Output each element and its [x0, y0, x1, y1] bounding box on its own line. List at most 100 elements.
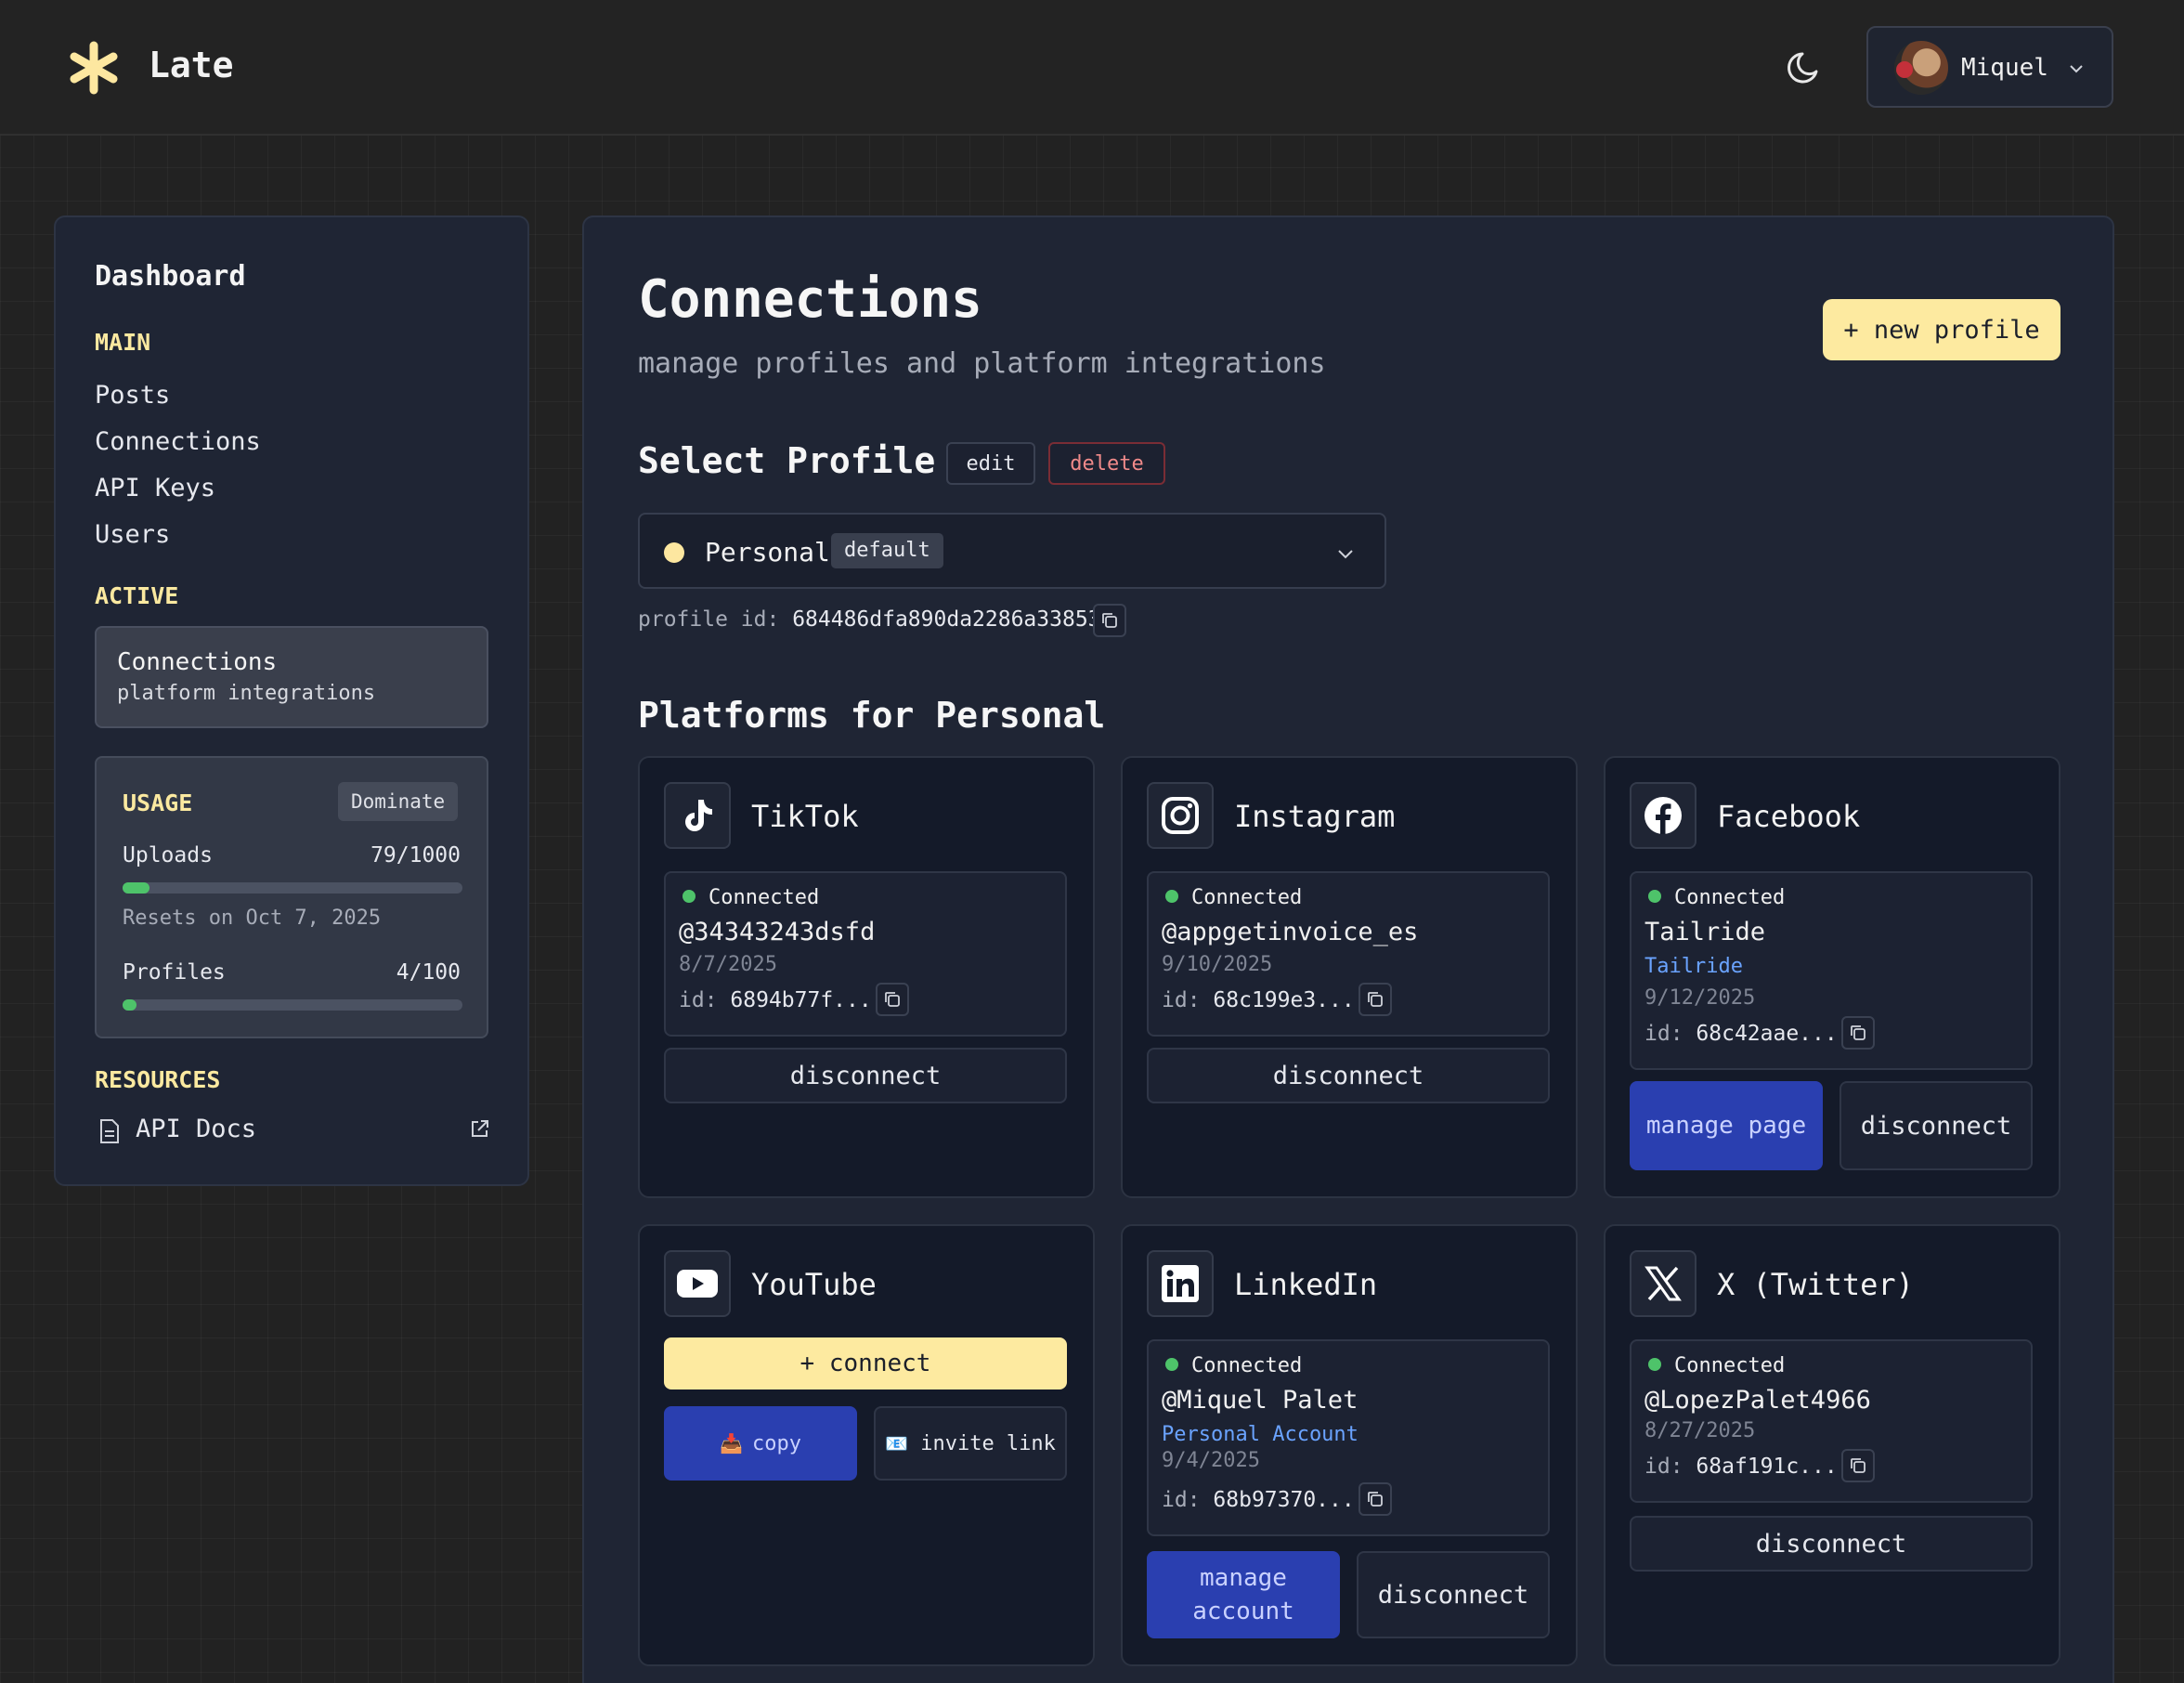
connected-date: 8/27/2025	[1644, 1419, 1756, 1442]
manage-page-button[interactable]: manage page	[1630, 1081, 1823, 1170]
uploads-progress-fill	[123, 882, 150, 894]
account-id-label: id:	[1162, 1488, 1201, 1512]
platform-card-linkedin: LinkedIn Connected @Miquel Palet Persona…	[1121, 1224, 1578, 1666]
sidebar-section-resources: RESOURCES	[95, 1066, 221, 1093]
account-handle: Tailride	[1644, 918, 1766, 946]
disconnect-button[interactable]: disconnect	[1147, 1048, 1550, 1103]
copy-id-button[interactable]	[1841, 1016, 1875, 1050]
tiktok-icon	[664, 782, 731, 849]
linkedin-icon	[1147, 1250, 1214, 1317]
new-profile-button[interactable]: + new profile	[1823, 299, 2060, 360]
copy-icon	[1368, 992, 1383, 1007]
profile-id-value: 684486dfa890da2286a33853	[792, 607, 1101, 632]
profiles-progress-fill	[123, 999, 136, 1011]
profile-id: profile id: 684486dfa890da2286a33853	[638, 607, 1101, 632]
disconnect-button[interactable]: disconnect	[1357, 1551, 1550, 1638]
profile-select[interactable]: Personal default	[638, 513, 1386, 589]
inbox-tray-icon: 📥	[720, 1432, 743, 1455]
invite-link-button[interactable]: 📧 invite link	[874, 1406, 1067, 1481]
connection-status: Connected	[682, 886, 819, 909]
platform-name: X (Twitter)	[1717, 1267, 1914, 1302]
account-id-label: id:	[679, 988, 718, 1012]
profile-color-dot	[664, 542, 684, 563]
connect-button[interactable]: + connect	[664, 1337, 1067, 1389]
sidebar-item-connections[interactable]: Connections	[95, 427, 261, 456]
usage-label: USAGE	[123, 789, 193, 816]
account-handle: @LopezPalet4966	[1644, 1386, 1871, 1415]
app-name[interactable]: Late	[149, 45, 234, 85]
account-id-value: 68af191c...	[1696, 1455, 1838, 1479]
sidebar-item-users[interactable]: Users	[95, 520, 170, 549]
copy-icon	[1102, 613, 1117, 628]
sidebar-title: Dashboard	[95, 260, 246, 293]
account-handle: @appgetinvoice_es	[1162, 918, 1419, 946]
sidebar-section-active: ACTIVE	[95, 582, 179, 609]
avatar	[1894, 41, 1948, 95]
select-profile-heading: Select Profile	[638, 440, 936, 481]
copy-id-button[interactable]	[1841, 1449, 1875, 1482]
chevron-down-icon	[1338, 550, 1353, 559]
connection-status: Connected	[1165, 886, 1302, 909]
disconnect-button[interactable]: disconnect	[1840, 1081, 2033, 1170]
usage-card: USAGE Dominate Uploads 79/1000 Resets on…	[95, 756, 488, 1038]
platform-name: Facebook	[1717, 799, 1861, 834]
profiles-progress-bar	[123, 999, 462, 1011]
disconnect-button[interactable]: disconnect	[1630, 1516, 2033, 1572]
platform-card-instagram: Instagram Connected @appgetinvoice_es 9/…	[1121, 756, 1578, 1198]
account-id: id: 68c199e3...	[1162, 988, 1355, 1012]
user-menu-button[interactable]: Miquel	[1866, 26, 2113, 108]
active-page-card[interactable]: Connections platform integrations	[95, 626, 488, 728]
main-panel: Connections manage profiles and platform…	[582, 215, 2114, 1683]
connection-info: Connected @34343243dsfd 8/7/2025 id: 689…	[664, 871, 1067, 1037]
copy-label: copy	[751, 1431, 801, 1455]
profiles-value: 4/100	[396, 960, 461, 985]
copy-id-button[interactable]	[1358, 983, 1392, 1016]
envelope-icon: 📧	[885, 1431, 908, 1455]
copy-id-button[interactable]	[876, 983, 909, 1016]
active-page-title: Connections	[117, 648, 278, 676]
account-id-value: 6894b77f...	[730, 988, 872, 1012]
connection-status: Connected	[1648, 886, 1785, 909]
x-twitter-icon	[1630, 1250, 1696, 1317]
connected-date: 9/4/2025	[1162, 1449, 1260, 1472]
profile-id-label: profile id:	[638, 607, 780, 632]
manage-account-button[interactable]: manage account	[1147, 1551, 1340, 1638]
copy-icon	[885, 992, 900, 1007]
account-type-link[interactable]: Personal Account	[1162, 1423, 1358, 1446]
copy-profile-id-button[interactable]	[1093, 604, 1126, 637]
instagram-icon	[1147, 782, 1214, 849]
dark-mode-moon-icon[interactable]	[1785, 46, 1826, 87]
document-icon	[100, 1119, 119, 1143]
account-id-value: 68c199e3...	[1213, 988, 1355, 1012]
platforms-heading: Platforms for Personal	[638, 695, 1106, 736]
sidebar-item-posts[interactable]: Posts	[95, 381, 170, 410]
platform-name: Instagram	[1234, 799, 1396, 834]
account-id-value: 68c42aae...	[1696, 1022, 1838, 1046]
platform-name: TikTok	[751, 799, 859, 834]
invite-label: invite link	[920, 1431, 1056, 1455]
connected-date: 9/12/2025	[1644, 986, 1756, 1010]
connected-date: 9/10/2025	[1162, 953, 1273, 976]
platform-card-facebook: Facebook Connected Tailride Tailride 9/1…	[1604, 756, 2060, 1198]
external-link-icon[interactable]	[470, 1118, 490, 1139]
facebook-icon	[1630, 782, 1696, 849]
account-id-label: id:	[1644, 1455, 1684, 1479]
copy-invite-button[interactable]: 📥 copy	[664, 1406, 857, 1481]
sidebar-item-api-docs[interactable]: API Docs	[136, 1115, 256, 1143]
copy-icon	[1368, 1492, 1383, 1507]
asterisk-logo-icon[interactable]	[67, 41, 121, 95]
account-id: id: 68c42aae...	[1644, 1022, 1838, 1046]
platform-name: YouTube	[751, 1267, 877, 1302]
youtube-icon	[664, 1250, 731, 1317]
default-badge: default	[831, 533, 943, 568]
page-link[interactable]: Tailride	[1644, 955, 1743, 978]
page-title: Connections	[638, 269, 982, 330]
edit-profile-button[interactable]: edit	[946, 442, 1035, 485]
account-id-label: id:	[1162, 988, 1201, 1012]
disconnect-button[interactable]: disconnect	[664, 1048, 1067, 1103]
account-handle: @34343243dsfd	[679, 918, 876, 946]
delete-profile-button[interactable]: delete	[1048, 442, 1165, 485]
sidebar-item-api-keys[interactable]: API Keys	[95, 474, 215, 502]
platform-card-tiktok: TikTok Connected @34343243dsfd 8/7/2025 …	[638, 756, 1095, 1198]
copy-id-button[interactable]	[1358, 1482, 1392, 1516]
